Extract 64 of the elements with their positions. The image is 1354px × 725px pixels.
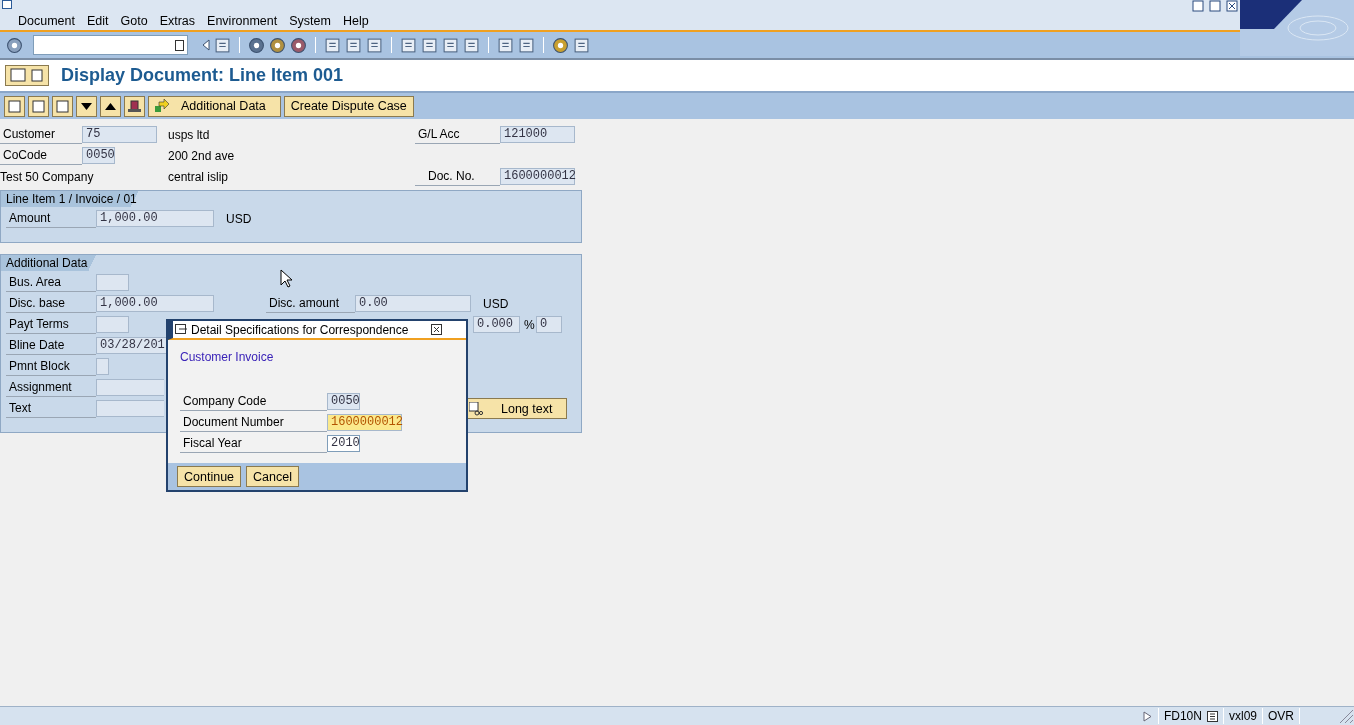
cancel-button[interactable]: Cancel — [246, 466, 299, 487]
city: central islip — [168, 169, 230, 184]
display-field — [96, 400, 164, 417]
display-field: 1,000.00 — [96, 210, 214, 227]
menu-item[interactable]: Help — [336, 14, 375, 28]
menu-item[interactable]: Extras — [153, 14, 202, 28]
street-address: 200 2nd ave — [168, 148, 235, 163]
hat-icon — [127, 98, 142, 114]
command-field[interactable] — [33, 35, 188, 55]
field-label: Company Code — [180, 392, 327, 411]
dialog-title: Detail Specifications for Correspondence — [191, 322, 410, 337]
company-name: Test 50 Company — [0, 169, 95, 184]
next-item-button[interactable] — [76, 95, 97, 117]
server-name: vxl09 — [1222, 708, 1262, 724]
menu-item[interactable]: Edit — [81, 14, 115, 28]
transaction-code: FD10N — [1157, 708, 1223, 724]
display-field: 0.00 — [355, 295, 471, 312]
display-field: 1600000012 — [500, 168, 575, 185]
hat-button[interactable] — [124, 95, 145, 117]
insert-mode: OVR — [1262, 708, 1299, 724]
screen-title: Display Document: Line Item 001 — [61, 65, 344, 86]
close-icon[interactable] — [431, 324, 442, 335]
display-field: 75 — [82, 126, 157, 143]
create-dispute-case-button[interactable]: Create Dispute Case — [283, 95, 414, 117]
previous-item-button[interactable] — [100, 95, 121, 117]
toolbar-button[interactable] — [28, 95, 49, 117]
menu-item[interactable]: Environment — [201, 14, 284, 28]
display-field: 121000 — [500, 126, 575, 143]
display-field — [96, 379, 164, 396]
menu-item[interactable]: Document — [12, 14, 81, 28]
resize-grip-icon[interactable] — [1338, 708, 1354, 724]
currency: USD — [483, 296, 509, 311]
display-field: 1,000.00 — [96, 295, 214, 312]
display-field: 0.000 — [473, 316, 520, 333]
down-triangle-icon — [81, 102, 92, 110]
up-triangle-icon — [105, 102, 116, 110]
additional-data-button[interactable]: Additional Data — [148, 95, 281, 117]
currency: USD — [226, 211, 252, 226]
list-icon[interactable] — [1206, 710, 1218, 722]
document-icon — [9, 68, 45, 83]
menu-item[interactable]: System — [283, 14, 337, 28]
toolbar-button[interactable] — [52, 95, 73, 117]
display-field — [96, 316, 129, 333]
field-label: Fiscal Year — [180, 434, 327, 453]
mouse-cursor-icon — [280, 269, 292, 288]
back-arrow-icon[interactable] — [202, 39, 210, 51]
display-field — [96, 274, 129, 291]
customer-name: usps ltd — [168, 127, 211, 142]
input-field[interactable]: 1600000012 — [327, 414, 402, 431]
display-field: 0050 — [82, 147, 115, 164]
input-field[interactable]: 2010 — [327, 435, 360, 452]
toolbar-button[interactable] — [4, 95, 25, 117]
display-field: 0050 — [327, 393, 360, 410]
arrow-icon — [155, 99, 169, 113]
display-field — [96, 358, 109, 375]
display-field: 0 — [536, 316, 562, 333]
field-label: Document Number — [180, 413, 327, 432]
continue-button[interactable]: Continue — [177, 466, 242, 487]
expand-triangle-icon[interactable] — [1142, 710, 1152, 722]
menu-item[interactable]: Goto — [114, 14, 154, 28]
long-text-button[interactable]: Long text — [466, 398, 567, 419]
display-change-button[interactable] — [5, 65, 49, 86]
percent-sign: % — [524, 317, 536, 332]
document-glasses-icon — [469, 401, 483, 416]
